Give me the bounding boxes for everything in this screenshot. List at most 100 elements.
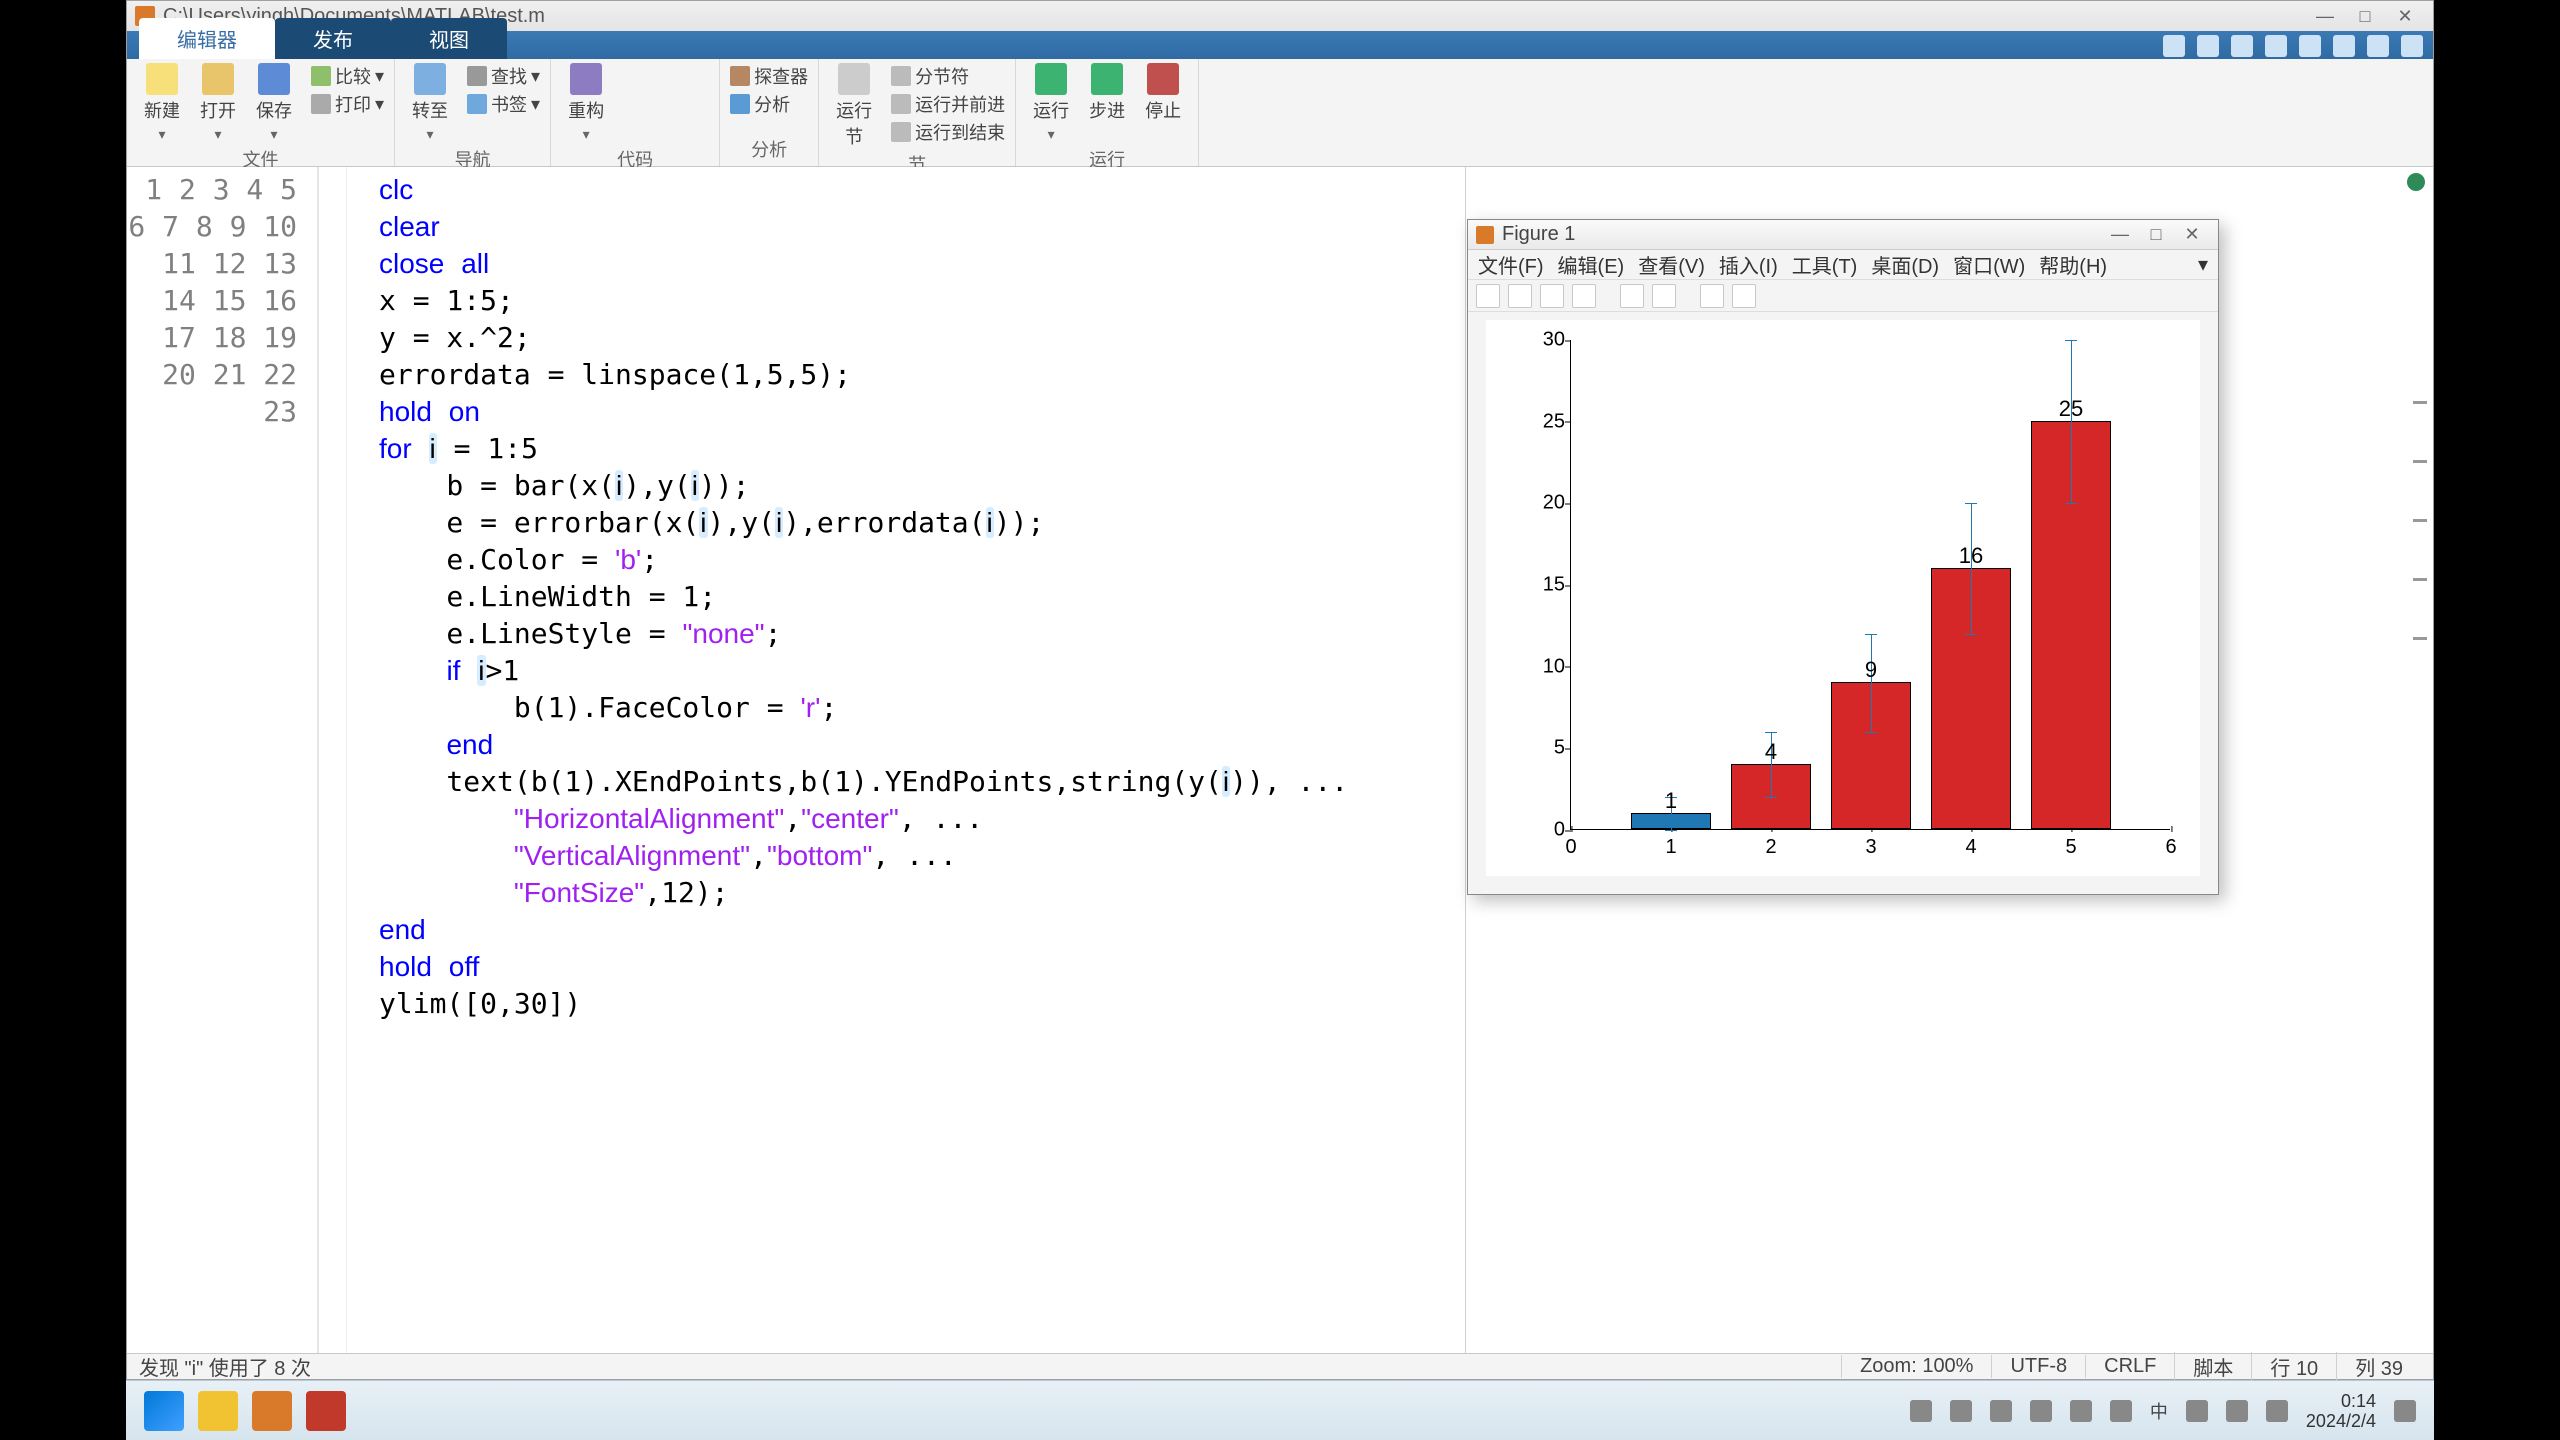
errorbar	[2071, 340, 2072, 503]
figure-menu-item[interactable]: 桌面(D)	[1871, 250, 1939, 279]
new-button[interactable]: 新建	[137, 63, 187, 144]
step-button[interactable]: 步进	[1082, 63, 1132, 123]
print-button[interactable]: 打印 ▾	[311, 91, 384, 117]
y-tick-label: 30	[1525, 329, 1565, 352]
figure-window[interactable]: Figure 1 — □ ✕ 文件(F) 编辑(E) 查看(V) 插入(I) 工具(T)…	[1467, 219, 2219, 895]
data-label: 9	[1865, 657, 1877, 683]
tray-icon[interactable]	[1950, 1400, 1972, 1422]
refactor-button[interactable]: 重构	[561, 63, 611, 144]
taskbar-app-2[interactable]	[306, 1391, 346, 1431]
fig-save-icon[interactable]	[1540, 284, 1564, 308]
tray-wifi-icon[interactable]	[2186, 1400, 2208, 1422]
analyze-button[interactable]: 分析	[730, 91, 808, 117]
fig-grid-icon[interactable]	[1732, 284, 1756, 308]
figure-menu-item[interactable]: 工具(T)	[1792, 250, 1858, 279]
windows-taskbar[interactable]: 中 0:142024/2/4	[126, 1380, 2434, 1440]
qa-help-icon[interactable]	[2367, 35, 2389, 57]
line-number-gutter: 1 2 3 4 5 6 7 8 9 10 11 12 13 14 15 16 1…	[127, 167, 319, 1353]
goto-button[interactable]: 转至	[405, 63, 455, 144]
close-button[interactable]: ✕	[2385, 4, 2425, 28]
start-button[interactable]	[144, 1391, 184, 1431]
qa-undo-icon[interactable]	[2299, 35, 2321, 57]
qa-copy-icon[interactable]	[2231, 35, 2253, 57]
open-button[interactable]: 打开	[193, 63, 243, 144]
status-encoding[interactable]: UTF-8	[1991, 1355, 2085, 1378]
y-tick-label: 10	[1525, 655, 1565, 678]
tab-publish[interactable]: 发布	[275, 18, 391, 59]
figure-menu-item[interactable]: 文件(F)	[1478, 250, 1544, 279]
x-tick-label: 0	[1565, 836, 1576, 859]
status-col: 列 39	[2336, 1352, 2421, 1381]
figure-maximize-button[interactable]: □	[2138, 224, 2174, 245]
taskbar-matlab-icon[interactable]	[252, 1391, 292, 1431]
taskbar-app-1[interactable]	[198, 1391, 238, 1431]
fig-open-icon[interactable]	[1508, 284, 1532, 308]
statusbar: 发现 "i" 使用了 8 次 Zoom: 100% UTF-8 CRLF 脚本 …	[127, 1353, 2433, 1379]
errorbar-cap	[1965, 503, 1977, 504]
bookmark-button[interactable]: 书签 ▾	[467, 91, 540, 117]
tray-icon[interactable]	[1910, 1400, 1932, 1422]
x-tick-label: 4	[1965, 836, 1976, 859]
errorbar-cap	[1865, 732, 1877, 733]
section-break-button[interactable]: 分节符	[891, 63, 1005, 89]
figure-menu-item[interactable]: 帮助(H)	[2039, 250, 2107, 279]
qa-cut-icon[interactable]	[2197, 35, 2219, 57]
tab-view[interactable]: 视图	[391, 18, 507, 59]
fig-new-icon[interactable]	[1476, 284, 1500, 308]
x-tick-label: 2	[1765, 836, 1776, 859]
tray-notifications-icon[interactable]	[2394, 1400, 2416, 1422]
figure-menu-item[interactable]: 编辑(E)	[1558, 250, 1625, 279]
tray-icon[interactable]	[1990, 1400, 2012, 1422]
errorbar-cap	[2065, 503, 2077, 504]
minimize-button[interactable]: —	[2305, 4, 2345, 28]
status-eol[interactable]: CRLF	[2085, 1355, 2174, 1378]
profiler-button[interactable]: 探查器	[730, 63, 808, 89]
ribbon-group-analyze: 探查器 分析 分析	[720, 59, 819, 166]
maximize-button[interactable]: □	[2345, 4, 2385, 28]
data-label: 16	[1959, 543, 1983, 569]
run-advance-button[interactable]: 运行并前进	[891, 91, 1005, 117]
tray-ime[interactable]: 中	[2150, 1398, 2168, 1424]
run-section-button[interactable]: 运行 节	[829, 63, 879, 149]
figure-menu-overflow-icon[interactable]: ▾	[2198, 252, 2208, 277]
tray-network-icon[interactable]	[2070, 1400, 2092, 1422]
compare-button[interactable]: 比较 ▾	[311, 63, 384, 89]
fig-cursor-icon[interactable]	[1700, 284, 1724, 308]
save-button[interactable]: 保存	[249, 63, 299, 144]
figure-titlebar[interactable]: Figure 1 — □ ✕	[1468, 220, 2218, 250]
tray-volume-icon[interactable]	[2226, 1400, 2248, 1422]
figure-menu-item[interactable]: 窗口(W)	[1953, 250, 2025, 279]
fig-link-icon[interactable]	[1620, 284, 1644, 308]
fig-insert-icon[interactable]	[1652, 284, 1676, 308]
tray-clock[interactable]: 0:142024/2/4	[2306, 1391, 2376, 1431]
qa-save-icon[interactable]	[2163, 35, 2185, 57]
stop-button[interactable]: 停止	[1138, 63, 1188, 123]
figure-menu-item[interactable]: 插入(I)	[1719, 250, 1778, 279]
x-tick-label: 3	[1865, 836, 1876, 859]
run-to-end-button[interactable]: 运行到结束	[891, 119, 1005, 145]
figure-menu-item[interactable]: 查看(V)	[1638, 250, 1705, 279]
qa-redo-icon[interactable]	[2333, 35, 2355, 57]
errorbar-cap	[1665, 830, 1677, 831]
ribbon: 新建 打开 保存 比较 ▾ 打印 ▾ 文件 转至 查找 ▾ 书签 ▾	[127, 59, 2433, 167]
tab-editor[interactable]: 编辑器	[139, 18, 275, 59]
ribbon-group-file: 新建 打开 保存 比较 ▾ 打印 ▾ 文件	[127, 59, 395, 166]
fig-print-icon[interactable]	[1572, 284, 1596, 308]
status-zoom[interactable]: Zoom: 100%	[1841, 1355, 1991, 1378]
figure-minimize-button[interactable]: —	[2102, 224, 2138, 245]
qa-login-icon[interactable]	[2401, 35, 2423, 57]
errorbar-cap	[1765, 732, 1777, 733]
tray-mic-icon[interactable]	[2110, 1400, 2132, 1422]
errorbar-cap	[1865, 634, 1877, 635]
status-line: 行 10	[2251, 1352, 2336, 1381]
tray-cloud-icon[interactable]	[2030, 1400, 2052, 1422]
ribbon-group-nav: 转至 查找 ▾ 书签 ▾ 导航	[395, 59, 551, 166]
figure-close-button[interactable]: ✕	[2174, 224, 2210, 245]
axes[interactable]: 05101520253001234561491625	[1570, 340, 2170, 830]
qa-paste-icon[interactable]	[2265, 35, 2287, 57]
errorbar-cap	[1765, 797, 1777, 798]
find-button[interactable]: 查找 ▾	[467, 63, 540, 89]
run-button[interactable]: 运行	[1026, 63, 1076, 144]
y-tick-label: 20	[1525, 492, 1565, 515]
tray-battery-icon[interactable]	[2266, 1400, 2288, 1422]
